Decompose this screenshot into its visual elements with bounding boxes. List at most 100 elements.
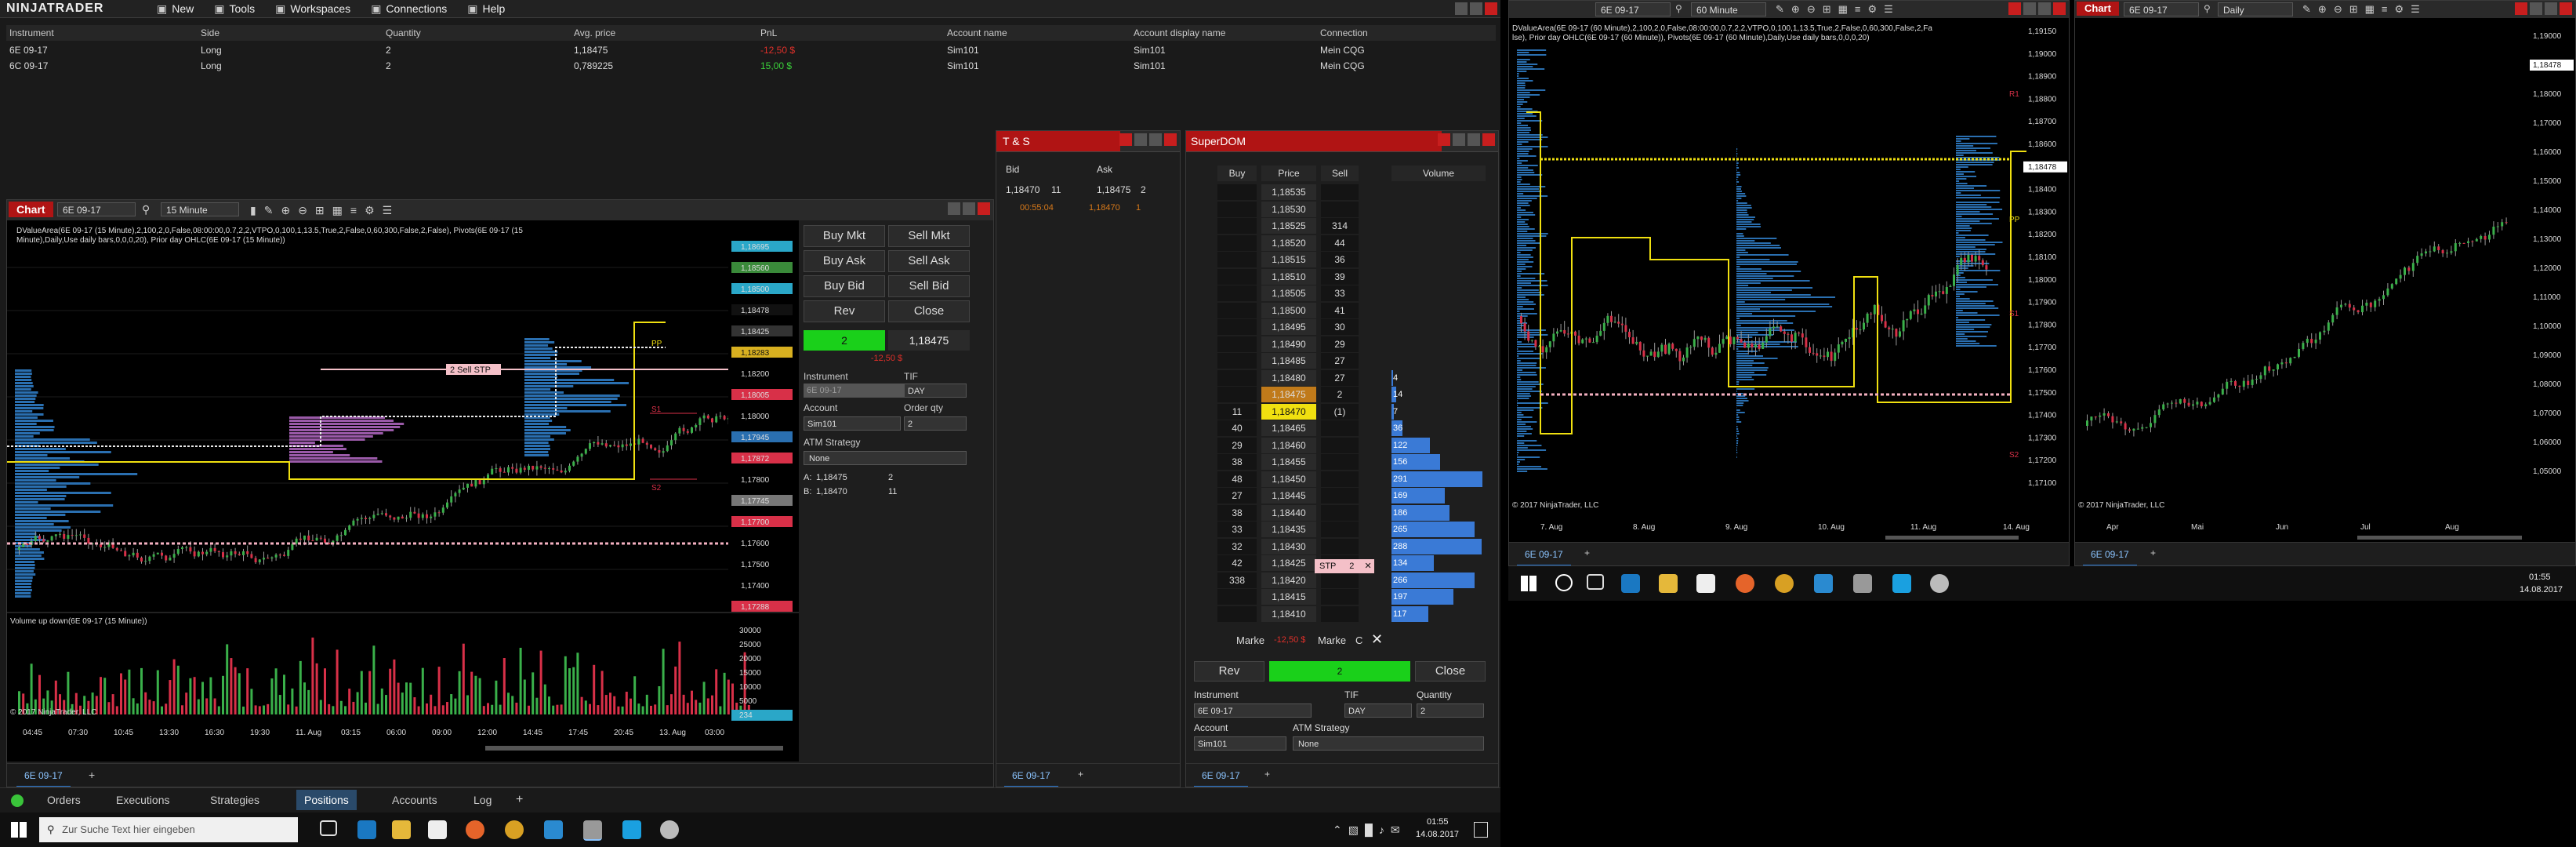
minimize-icon[interactable] xyxy=(1134,133,1147,146)
dom-price-cell[interactable]: 1,18435 xyxy=(1261,522,1316,537)
menu-item-help[interactable]: ▣ Help xyxy=(467,0,505,17)
indicators-icon[interactable]: ≡ xyxy=(2382,3,2395,15)
dom-sell-cell[interactable] xyxy=(1321,184,1359,200)
dom-sell-cell[interactable]: 2 xyxy=(1321,387,1359,402)
tab-positions[interactable]: Positions xyxy=(296,790,357,810)
dom-sell-cell[interactable] xyxy=(1321,538,1359,554)
atm-select[interactable]: None xyxy=(804,451,967,465)
dom-sell-cell[interactable]: 41 xyxy=(1321,302,1359,318)
app-icon[interactable] xyxy=(544,820,563,839)
dom-row[interactable]: 1,18415 197 xyxy=(1217,589,1486,605)
dom-buy-cell[interactable]: 338 xyxy=(1217,572,1257,588)
dom-buy-cell[interactable] xyxy=(1217,353,1257,369)
instrument-field[interactable]: 6E 09-17 xyxy=(804,384,904,398)
dom-price-cell[interactable]: 1,18440 xyxy=(1261,504,1316,521)
chrome-icon[interactable] xyxy=(1775,574,1794,593)
table-row[interactable]: 6E 09-17 Long 2 1,18475 -12,50 $ Sim101 Sim101… xyxy=(6,42,1496,58)
dom-sell-cell[interactable]: 44 xyxy=(1321,234,1359,251)
minimize-icon[interactable] xyxy=(2530,2,2542,15)
dom-row[interactable]: 29 1,18460 122 xyxy=(1217,437,1486,453)
zoom-out-icon[interactable]: ⊖ xyxy=(2334,3,2349,15)
properties-icon[interactable]: ☰ xyxy=(1884,3,1900,15)
dom-buy-cell[interactable] xyxy=(1217,336,1257,352)
chart2-plot[interactable]: DValueArea(6E 09-17 (60 Minute),2,100,2,… xyxy=(1509,18,2069,542)
dom-sell-cell[interactable] xyxy=(1321,589,1359,605)
chart1-interval-select[interactable]: 15 Minute xyxy=(161,202,239,216)
minimize-icon[interactable] xyxy=(2023,2,2036,15)
dom-sell-cell[interactable] xyxy=(1321,454,1359,470)
properties-icon[interactable]: ☰ xyxy=(2411,3,2427,15)
dom-row[interactable]: 338 1,18420 266 xyxy=(1217,572,1486,588)
dom-buy-cell[interactable] xyxy=(1217,252,1257,267)
dom-buy-cell[interactable]: 48 xyxy=(1217,471,1257,487)
task-view-icon[interactable] xyxy=(320,820,337,836)
close-icon[interactable] xyxy=(1164,133,1177,146)
dom-tif-select[interactable]: DAY xyxy=(1344,703,1412,718)
horizontal-scrollbar[interactable] xyxy=(1885,536,2019,540)
notifications-icon[interactable] xyxy=(1474,822,1488,838)
dom-quantity-field[interactable]: 2 xyxy=(1417,703,1484,718)
chart2-interval-select[interactable]: 60 Minute xyxy=(1691,2,1766,16)
dom-price-cell[interactable]: 1,18490 xyxy=(1261,336,1316,352)
dom-buy-cell[interactable] xyxy=(1217,605,1257,622)
dom-price-cell[interactable]: 1,18445 xyxy=(1261,488,1316,503)
tif-select[interactable]: DAY xyxy=(904,384,967,398)
add-tab-icon[interactable]: + xyxy=(516,793,523,807)
dom-market-left[interactable]: Marke xyxy=(1236,634,1264,646)
dom-price-cell[interactable]: 1,18425 xyxy=(1261,555,1316,571)
dom-account-select[interactable]: Sim101 xyxy=(1194,736,1286,751)
menu-item-tools[interactable]: ▣ Tools xyxy=(214,0,255,17)
strategies-icon[interactable]: ⚙ xyxy=(365,204,383,216)
close-icon[interactable] xyxy=(1485,2,1497,15)
dom-price-cell[interactable]: 1,18410 xyxy=(1261,605,1316,622)
start-icon[interactable] xyxy=(11,822,27,838)
firefox-icon[interactable] xyxy=(1736,574,1754,593)
bar-type-icon[interactable]: ▮ xyxy=(250,204,264,216)
menu-item-connections[interactable]: ▣ Connections xyxy=(371,0,447,17)
buy-bid-button[interactable]: Buy Bid xyxy=(804,275,885,297)
tab-executions[interactable]: Executions xyxy=(108,790,177,810)
dom-close-button[interactable]: Close xyxy=(1415,661,1486,682)
dom-row[interactable]: 33 1,18435 265 xyxy=(1217,522,1486,537)
dom-price-cell[interactable]: 1,18415 xyxy=(1261,589,1316,605)
chrome-icon[interactable] xyxy=(505,820,524,839)
positions-col-header[interactable]: Side xyxy=(201,25,220,41)
maximize-icon[interactable] xyxy=(1470,2,1482,15)
crosshair-icon[interactable]: ⊞ xyxy=(1823,3,1838,15)
dom-row[interactable]: 11 1,18470 (1) 7 xyxy=(1217,403,1486,420)
dom-buy-cell[interactable] xyxy=(1217,201,1257,217)
dom-row[interactable]: 1,18515 36 xyxy=(1217,252,1486,267)
chart1-instrument-select[interactable]: 6E 09-17 xyxy=(57,202,136,216)
sell-ask-button[interactable]: Sell Ask xyxy=(888,250,970,272)
dom-buy-cell[interactable] xyxy=(1217,184,1257,200)
dom-sell-cell[interactable]: 33 xyxy=(1321,285,1359,301)
horizontal-scrollbar[interactable] xyxy=(2357,536,2522,540)
menu-item-new[interactable]: ▣ New xyxy=(157,0,194,17)
edge-icon[interactable] xyxy=(357,820,376,839)
dom-sell-cell[interactable]: 29 xyxy=(1321,336,1359,352)
account-select[interactable]: Sim101 xyxy=(804,416,901,431)
close-icon[interactable] xyxy=(2053,2,2066,15)
table-row[interactable]: 6C 09-17 Long 2 0,789225 15,00 $ Sim101 Sim101… xyxy=(6,58,1496,74)
explorer-icon[interactable] xyxy=(392,820,411,839)
chart1-tab[interactable]: 6E 09-17 xyxy=(16,765,71,787)
explorer-icon[interactable] xyxy=(1659,574,1678,593)
dom-buy-cell[interactable]: 40 xyxy=(1217,420,1257,436)
add-tab-icon[interactable]: + xyxy=(89,769,95,781)
dom-price-cell[interactable]: 1,18420 xyxy=(1261,572,1316,588)
dom-price-cell[interactable]: 1,18520 xyxy=(1261,234,1316,251)
minimize-icon[interactable] xyxy=(1455,2,1468,15)
dom-sell-cell[interactable] xyxy=(1321,201,1359,217)
search-icon[interactable]: ⚲ xyxy=(2204,3,2211,14)
dom-row[interactable]: 1,18510 39 xyxy=(1217,268,1486,285)
tool-icon[interactable] xyxy=(1930,574,1949,593)
dom-sell-cell[interactable]: 30 xyxy=(1321,319,1359,335)
dom-price-cell[interactable]: 1,18495 xyxy=(1261,319,1316,335)
dom-price-cell[interactable]: 1,18515 xyxy=(1261,252,1316,267)
dom-row[interactable]: 1,18530 xyxy=(1217,201,1486,217)
zoom-in-icon[interactable]: ⊕ xyxy=(1791,3,1807,15)
dom-row[interactable]: 27 1,18445 169 xyxy=(1217,488,1486,503)
dom-c-button[interactable]: C xyxy=(1355,634,1362,646)
firefox-icon[interactable] xyxy=(466,820,484,839)
dom-buy-cell[interactable]: 38 xyxy=(1217,504,1257,521)
